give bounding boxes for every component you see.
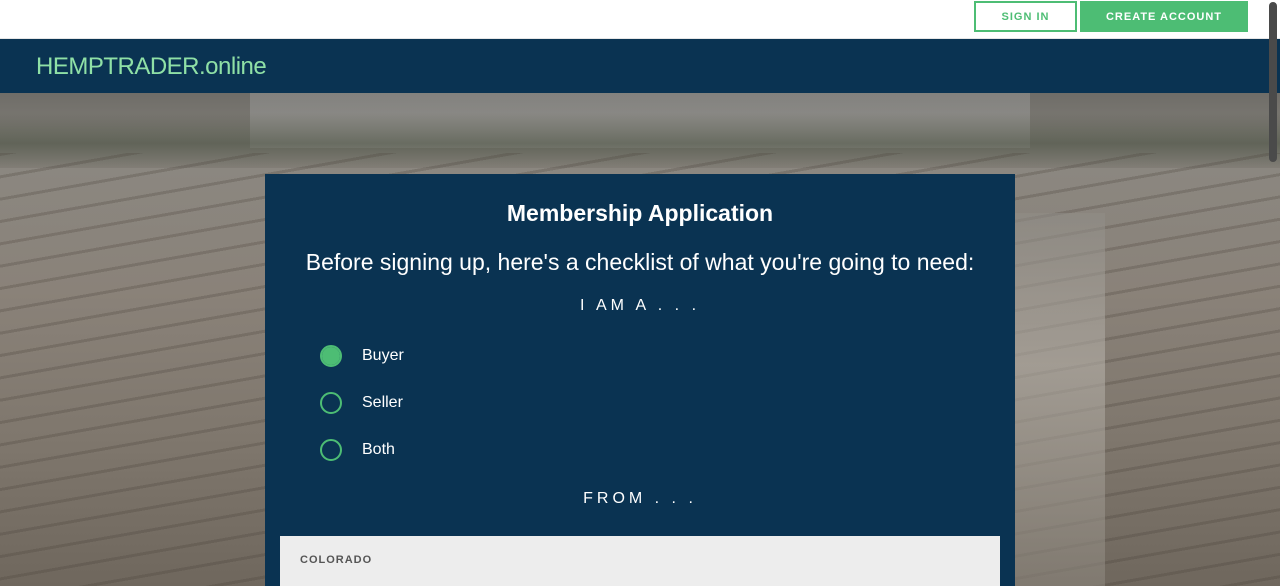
- from-section-label: FROM . . .: [583, 490, 697, 507]
- page-title: Membership Application: [506, 200, 774, 226]
- radio-option-both[interactable]: Both: [320, 437, 395, 463]
- radio-circle-buyer[interactable]: [320, 345, 342, 367]
- radio-label-both: Both: [362, 441, 395, 458]
- radio-selected-dot: [322, 347, 340, 365]
- radio-circle-seller[interactable]: [320, 392, 342, 414]
- radio-option-buyer[interactable]: Buyer: [320, 343, 404, 369]
- create-account-button[interactable]: CREATE ACCOUNT: [1080, 1, 1248, 32]
- radio-label-buyer: Buyer: [362, 347, 404, 364]
- state-select-value: COLORADO: [300, 554, 373, 566]
- logo-tld: .online: [199, 53, 267, 80]
- sign-in-button[interactable]: SIGN IN: [974, 1, 1077, 32]
- navbar: HEMPTRADER.online: [0, 39, 1280, 93]
- membership-application-panel: Membership Application Before signing up…: [265, 174, 1015, 586]
- scrollbar-thumb[interactable]: [1269, 2, 1277, 162]
- role-section-label: I AM A . . .: [579, 297, 701, 314]
- radio-circle-both[interactable]: [320, 439, 342, 461]
- state-select[interactable]: COLORADO: [280, 536, 1000, 586]
- checklist-subtitle: Before signing up, here's a checklist of…: [305, 249, 975, 275]
- hero-worker: [1015, 213, 1105, 586]
- top-bar: SIGN IN CREATE ACCOUNT: [0, 0, 1280, 39]
- site-logo[interactable]: HEMPTRADER.online: [36, 53, 267, 81]
- radio-option-seller[interactable]: Seller: [320, 390, 403, 416]
- radio-label-seller: Seller: [362, 394, 403, 411]
- logo-brand: HEMPTRADER: [36, 53, 200, 80]
